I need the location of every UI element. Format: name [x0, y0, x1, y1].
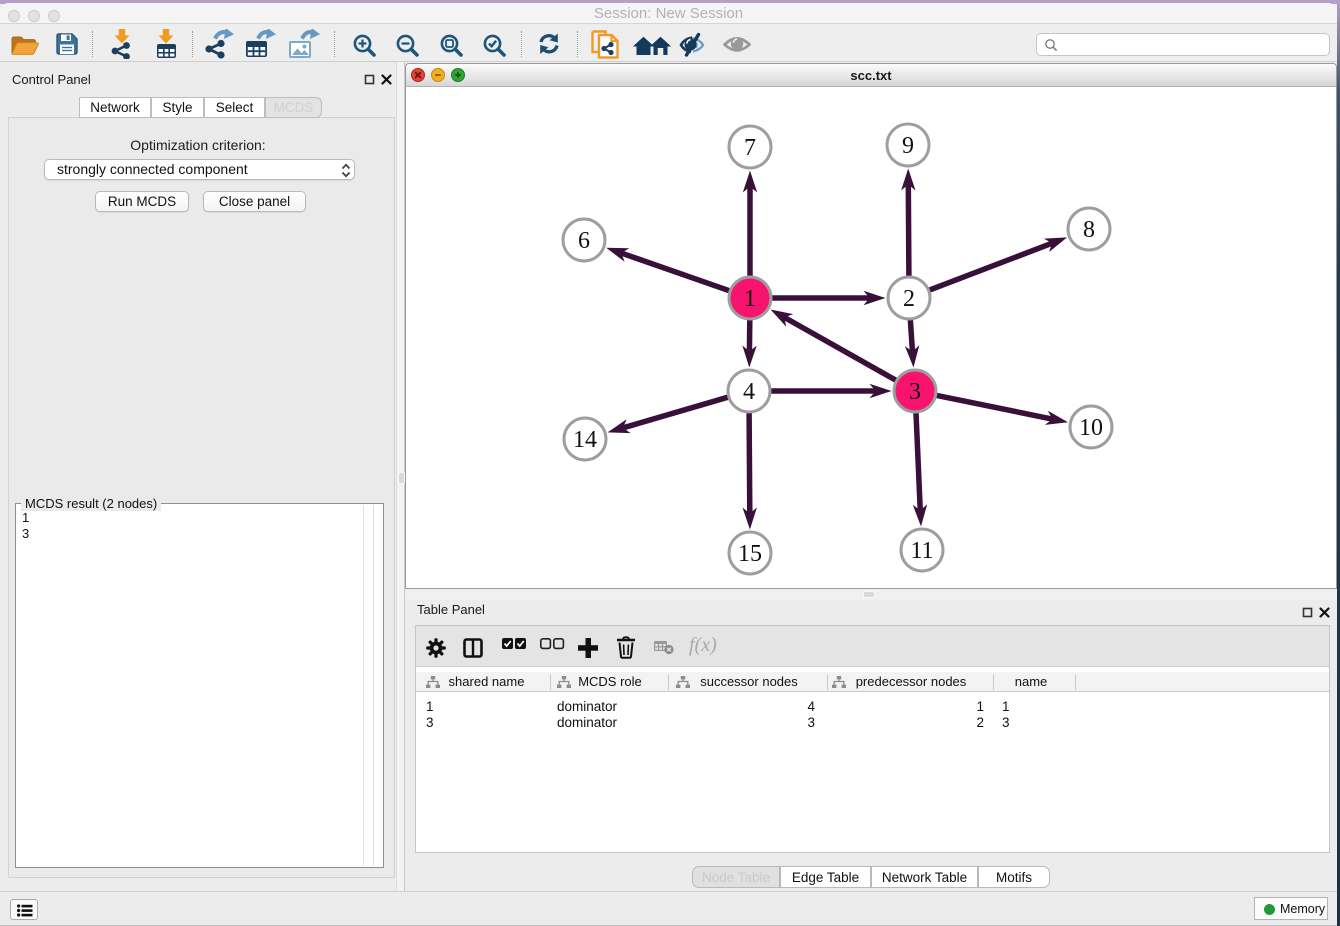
- svg-text:2: 2: [903, 286, 915, 312]
- svg-text:7: 7: [744, 135, 756, 161]
- svg-text:9: 9: [902, 133, 914, 159]
- svg-text:14: 14: [573, 427, 597, 453]
- svg-text:6: 6: [578, 228, 590, 254]
- svg-text:10: 10: [1079, 415, 1103, 441]
- svg-text:15: 15: [738, 541, 762, 567]
- svg-text:1: 1: [744, 286, 756, 312]
- svg-text:3: 3: [909, 379, 921, 405]
- svg-text:4: 4: [743, 379, 755, 405]
- svg-text:8: 8: [1083, 217, 1095, 243]
- svg-text:11: 11: [910, 538, 933, 564]
